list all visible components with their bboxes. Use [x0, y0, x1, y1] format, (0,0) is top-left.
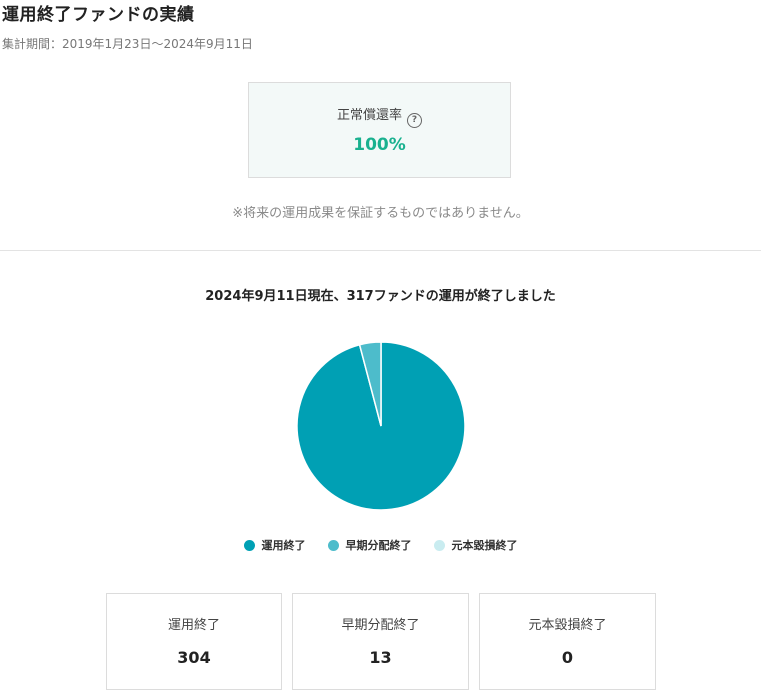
legend-label: 早期分配終了: [345, 539, 412, 552]
chart-heading: 2024年9月11日現在、317ファンドの運用が終了しました: [205, 289, 556, 304]
legend-item[interactable]: 運用終了: [243, 537, 306, 553]
legend-dot-icon: [433, 539, 445, 551]
redemption-rate-label: 正常償還率: [336, 108, 402, 123]
card-label: 運用終了: [167, 618, 220, 633]
card-value: 0: [561, 648, 574, 667]
card-early-distribution: 早期分配終了 13: [292, 593, 469, 690]
redemption-rate-box: 正常償還率? 100%: [248, 82, 511, 178]
pie-chart[interactable]: [296, 341, 466, 511]
card-principal-loss: 元本毀損終了 0: [479, 593, 656, 690]
card-value: 13: [369, 648, 392, 667]
legend-item[interactable]: 元本毀損終了: [433, 537, 518, 553]
legend-label: 元本毀損終了: [451, 539, 518, 552]
legend-dot-icon: [327, 539, 339, 551]
legend-label: 運用終了: [261, 539, 306, 552]
card-label: 元本毀損終了: [528, 618, 607, 633]
card-value: 304: [177, 648, 211, 667]
legend-item[interactable]: 早期分配終了: [327, 537, 412, 553]
card-completed: 運用終了 304: [106, 593, 282, 690]
redemption-rate-label-row: 正常償還率?: [249, 104, 510, 128]
page-title: 運用終了ファンドの実績: [2, 5, 195, 25]
legend-dot-icon: [243, 539, 255, 551]
redemption-rate-value: 100%: [353, 135, 406, 155]
card-label: 早期分配終了: [341, 618, 420, 633]
help-icon[interactable]: ?: [407, 113, 422, 128]
aggregation-period: 集計期間：2019年1月23日〜2024年9月11日: [2, 37, 253, 51]
chart-legend: 運用終了 早期分配終了 元本毀損終了: [0, 537, 761, 553]
disclaimer-text: ※将来の運用成果を保証するものではありません。: [232, 206, 529, 221]
divider: [0, 250, 761, 251]
